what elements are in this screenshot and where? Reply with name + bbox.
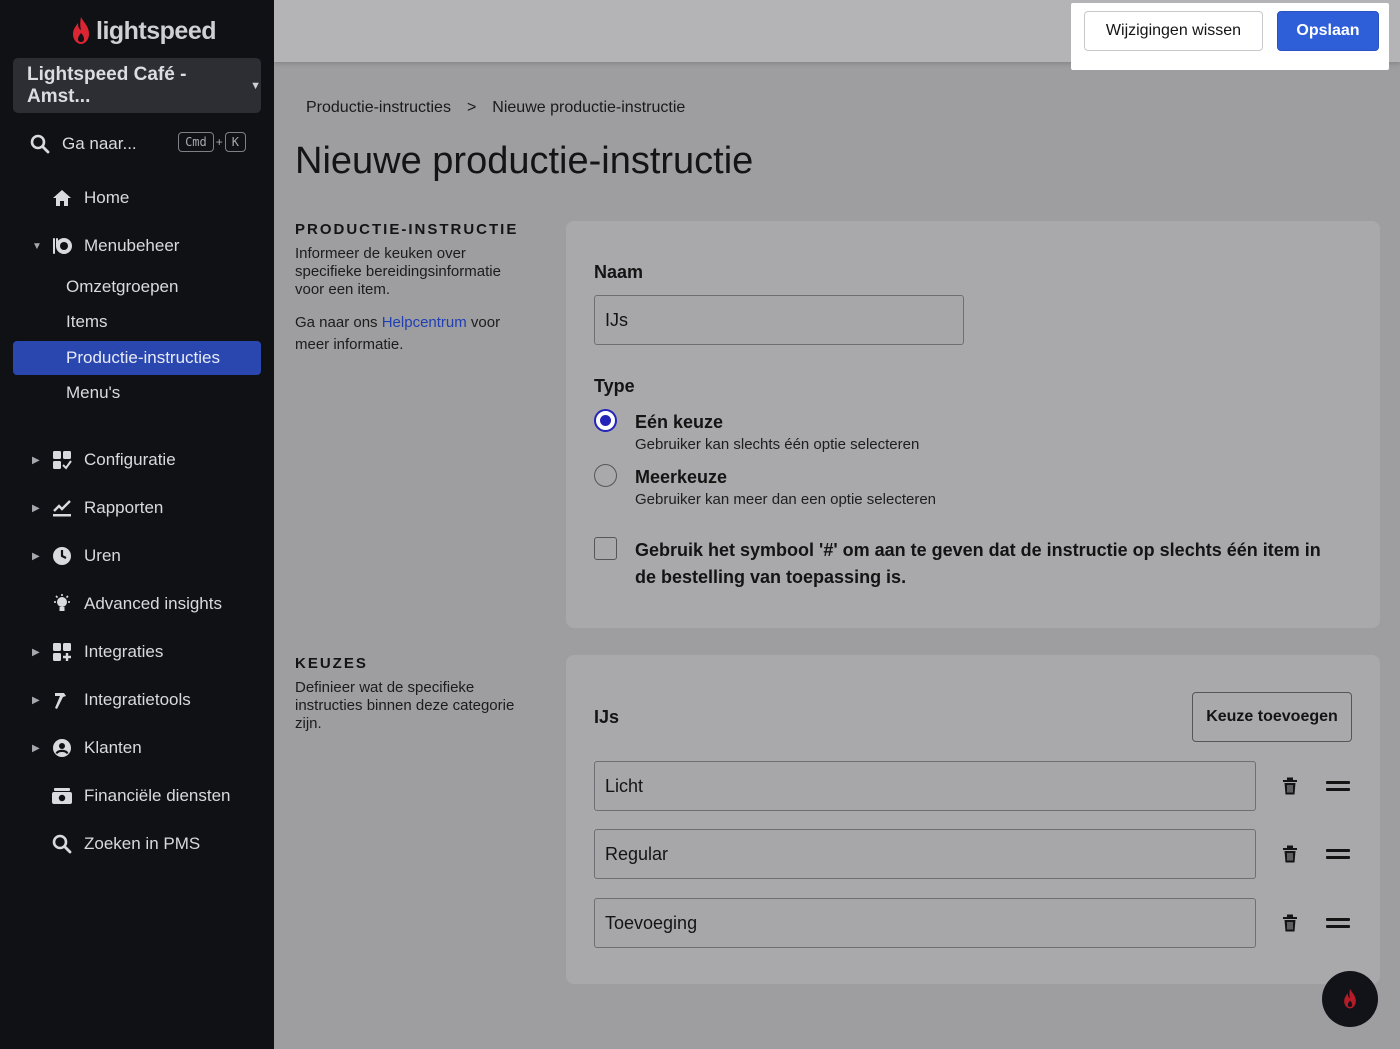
caret-down-icon: ▼	[32, 240, 42, 252]
drag-handle-icon[interactable]	[1326, 779, 1350, 793]
add-choice-button[interactable]: Keuze toevoegen	[1192, 692, 1352, 742]
sidebar-item-label: Zoeken in PMS	[84, 834, 201, 853]
goto-search[interactable]: Ga naar... Cmd + K	[30, 130, 246, 158]
name-label: Naam	[594, 262, 644, 282]
sidebar-item-label: Home	[84, 188, 130, 207]
customer-icon	[51, 737, 73, 759]
helpcentrum-link[interactable]: Helpcentrum	[382, 314, 467, 331]
caret-down-icon: ▼	[250, 79, 261, 92]
goto-label: Ga naar...	[62, 134, 137, 153]
option-title: Meerkeuze	[635, 467, 728, 487]
sidebar-item-uren[interactable]: ▶ Uren	[0, 539, 274, 573]
section-heading-keuzes: KEUZES	[295, 655, 368, 672]
plus-sign: +	[215, 135, 223, 149]
clear-changes-button[interactable]: Wijzigingen wissen	[1084, 11, 1263, 51]
caret-right-icon: ▶	[32, 646, 40, 658]
lightspeed-logo[interactable]: lightspeed	[70, 14, 217, 48]
option-subtitle: Gebruiker kan meer dan een optie selecte…	[635, 491, 937, 508]
drag-handle-icon[interactable]	[1326, 916, 1350, 930]
choice-input-1[interactable]	[594, 761, 1256, 811]
sidebar-item-label: Rapporten	[84, 498, 164, 517]
logo-text: lightspeed	[96, 16, 217, 45]
radio-multiple-choice[interactable]	[594, 464, 617, 487]
clock-icon	[51, 545, 73, 567]
cmd-key: Cmd	[178, 132, 214, 152]
drag-handle-icon[interactable]	[1326, 847, 1350, 861]
sidebar-item-label: Configuratie	[84, 450, 176, 469]
configuration-icon	[51, 449, 73, 471]
page-title: Nieuwe productie-instructie	[295, 140, 754, 182]
trash-icon[interactable]	[1282, 845, 1298, 863]
choice-input-2[interactable]	[594, 829, 1256, 879]
keyboard-shortcut: Cmd + K	[178, 132, 246, 152]
sidebar-subitem-productie-instructies[interactable]: Productie-instructies	[13, 341, 261, 375]
section-description: Definieer wat de specifieke instructies …	[295, 679, 515, 732]
integrations-icon	[51, 641, 73, 663]
caret-right-icon: ▶	[32, 550, 40, 562]
help-prefix: Ga naar ons	[295, 314, 382, 331]
radio-single-choice[interactable]	[594, 409, 617, 432]
sidebar: lightspeed Lightspeed Café - Amst... ▼ G…	[0, 0, 274, 1049]
sidebar-item-label: Financiële diensten	[84, 786, 231, 805]
option-title: Eén keuze	[635, 412, 724, 432]
breadcrumb: Productie-instructies > Nieuwe productie…	[306, 99, 685, 117]
caret-right-icon: ▶	[32, 502, 40, 514]
sidebar-item-rapporten[interactable]: ▶ Rapporten	[0, 491, 274, 525]
breadcrumb-parent-link[interactable]: Productie-instructies	[306, 99, 451, 117]
hammer-icon	[51, 689, 73, 711]
home-icon	[51, 187, 73, 209]
name-input[interactable]	[594, 295, 964, 345]
sidebar-item-integratietools[interactable]: ▶ Integratietools	[0, 683, 274, 717]
type-label: Type	[594, 376, 635, 396]
option-subtitle: Gebruiker kan slechts één optie selecter…	[635, 436, 920, 453]
sidebar-item-klanten[interactable]: ▶ Klanten	[0, 731, 274, 765]
choices-title: IJs	[594, 707, 620, 727]
section-description: Informeer de keuken over specifieke bere…	[295, 245, 501, 298]
choice-input-3[interactable]	[594, 898, 1256, 948]
save-button[interactable]: Opslaan	[1277, 11, 1379, 51]
menu-management-icon	[51, 235, 73, 257]
sidebar-item-integraties[interactable]: ▶ Integraties	[0, 635, 274, 669]
sidebar-item-label: Uren	[84, 546, 121, 565]
k-key: K	[224, 132, 246, 152]
sidebar-subitem-omzetgroepen[interactable]: Omzetgroepen	[13, 270, 261, 304]
venue-name: Lightspeed Café - Amst...	[27, 63, 187, 107]
sidebar-item-label: Integratietools	[84, 690, 191, 709]
lightspeed-flame-icon	[1344, 988, 1356, 1009]
trash-icon[interactable]	[1282, 777, 1298, 795]
search-icon	[30, 134, 50, 154]
money-icon	[51, 785, 73, 807]
venue-selector[interactable]: Lightspeed Café - Amst... ▼	[13, 58, 261, 113]
sidebar-item-label: Klanten	[84, 738, 142, 757]
sidebar-item-home[interactable]: Home	[0, 181, 274, 215]
sidebar-subitem-menus[interactable]: Menu's	[13, 376, 261, 410]
lightspeed-flame-icon	[73, 17, 89, 44]
sidebar-item-configuratie[interactable]: ▶ Configuratie	[0, 443, 274, 477]
search-icon	[51, 833, 73, 855]
caret-right-icon: ▶	[32, 742, 40, 754]
caret-right-icon: ▶	[32, 694, 40, 706]
sidebar-item-menubeheer[interactable]: ▼ Menubeheer	[0, 229, 274, 263]
breadcrumb-current: Nieuwe productie-instructie	[492, 99, 686, 116]
hash-symbol-checkbox[interactable]	[594, 537, 617, 560]
sidebar-item-label: Advanced insights	[84, 594, 222, 613]
sidebar-item-advanced-insights[interactable]: Advanced insights	[0, 587, 274, 621]
hash-symbol-label: Gebruik het symbool '#' om aan te geven …	[635, 540, 1321, 587]
lightbulb-icon	[51, 593, 73, 615]
help-text: Ga naar ons Helpcentrum voor meer inform…	[295, 312, 530, 356]
sidebar-item-zoeken-in-pms[interactable]: Zoeken in PMS	[0, 827, 274, 861]
section-heading-productie-instructie: PRODUCTIE-INSTRUCTIE	[295, 221, 519, 238]
trash-icon[interactable]	[1282, 914, 1298, 932]
sidebar-item-label: Integraties	[84, 642, 164, 661]
reports-icon	[51, 497, 73, 519]
sidebar-item-label: Menubeheer	[84, 236, 180, 255]
sidebar-item-financiele-diensten[interactable]: Financiële diensten	[0, 779, 274, 813]
help-chat-button[interactable]	[1322, 971, 1378, 1027]
sidebar-subitem-items[interactable]: Items	[13, 305, 261, 339]
caret-right-icon: ▶	[32, 454, 40, 466]
breadcrumb-separator: >	[466, 99, 477, 116]
